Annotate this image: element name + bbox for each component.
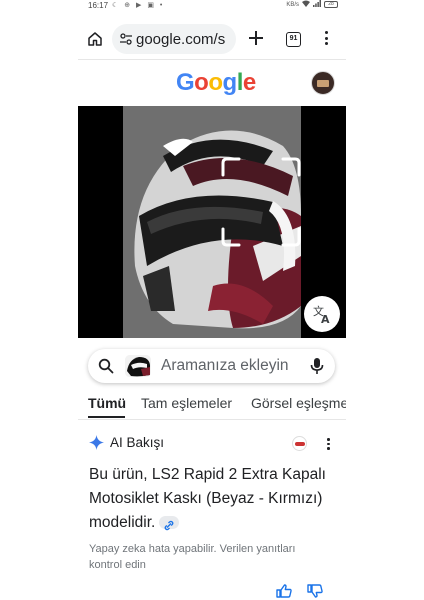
home-icon[interactable] bbox=[86, 30, 104, 48]
new-tab-button[interactable] bbox=[248, 28, 264, 50]
logo-letter-e: e bbox=[242, 69, 256, 96]
filter-divider bbox=[78, 419, 346, 420]
address-bar[interactable]: google.com/s bbox=[112, 24, 236, 54]
result-filter-tabs: Tümü Tam eşlemeler Görsel eşleşmeler bbox=[88, 395, 346, 419]
mic-icon[interactable] bbox=[310, 357, 324, 375]
translate-button[interactable]: 文 A bbox=[304, 296, 340, 332]
logo-letter-g2: g bbox=[222, 69, 238, 96]
logo-letter-o1: o bbox=[194, 69, 209, 96]
logo-letter-g: G bbox=[176, 69, 195, 96]
lens-image-area[interactable]: 文 A bbox=[78, 106, 346, 338]
signal-icon bbox=[313, 0, 321, 9]
thumb-up-icon[interactable] bbox=[276, 584, 292, 598]
search-input[interactable]: Aramanıza ekleyin bbox=[88, 349, 335, 383]
search-placeholder: Aramanıza ekleyin bbox=[161, 357, 289, 374]
tab-all[interactable]: Tümü bbox=[88, 395, 126, 411]
ai-overview-body: Bu ürün, LS2 Rapid 2 Extra Kapalı Motosi… bbox=[89, 466, 326, 531]
link-icon bbox=[164, 521, 174, 531]
ai-overview-text: Bu ürün, LS2 Rapid 2 Extra Kapalı Motosi… bbox=[89, 463, 339, 535]
account-avatar[interactable] bbox=[311, 71, 335, 95]
active-tab-indicator bbox=[88, 416, 125, 418]
toolbar-divider bbox=[78, 59, 346, 60]
browser-toolbar: google.com/s 91 bbox=[78, 22, 346, 56]
status-bar: 16:17 ☾ ⊕ ▶ ▣ • KB/s 28 bbox=[78, 0, 346, 12]
source-favicon[interactable] bbox=[292, 436, 307, 451]
battery-icon: 28 bbox=[324, 1, 338, 8]
notification-icons: ☾ ⊕ ▶ ▣ • bbox=[112, 2, 165, 9]
tab-exact-matches[interactable]: Tam eşlemeler bbox=[141, 395, 232, 411]
phone-screen: 16:17 ☾ ⊕ ▶ ▣ • KB/s 28 google.com/s 91 … bbox=[78, 0, 346, 600]
gemini-sparkle-icon bbox=[89, 435, 104, 450]
thumb-down-icon[interactable] bbox=[307, 584, 323, 598]
ai-disclaimer: Yapay zeka hata yapabilir. Verilen yanıt… bbox=[89, 543, 296, 571]
crop-selection-frame[interactable] bbox=[221, 157, 301, 247]
svg-text:A: A bbox=[321, 313, 330, 326]
tune-icon[interactable] bbox=[120, 33, 132, 45]
plus-icon bbox=[249, 31, 263, 45]
network-speed: KB/s bbox=[286, 1, 299, 8]
google-logo[interactable]: Google bbox=[176, 69, 256, 97]
tab-switcher-button[interactable]: 91 bbox=[286, 32, 301, 47]
status-time: 16:17 bbox=[88, 1, 109, 10]
image-thumbnail[interactable] bbox=[125, 355, 151, 377]
ai-overview-title: AI Bakışı bbox=[110, 435, 165, 450]
more-vert-icon[interactable] bbox=[325, 31, 329, 48]
link-chip[interactable] bbox=[159, 516, 180, 531]
tab-visual-matches[interactable]: Görsel eşleşmeler bbox=[251, 395, 346, 411]
translate-icon: 文 A bbox=[313, 304, 330, 326]
wifi-icon bbox=[302, 0, 310, 9]
system-icons: KB/s 28 bbox=[286, 0, 338, 9]
url-text: google.com/s bbox=[136, 31, 226, 48]
search-icon bbox=[98, 358, 114, 374]
logo-letter-o2: o bbox=[208, 69, 223, 96]
more-vert-icon[interactable] bbox=[327, 438, 330, 452]
